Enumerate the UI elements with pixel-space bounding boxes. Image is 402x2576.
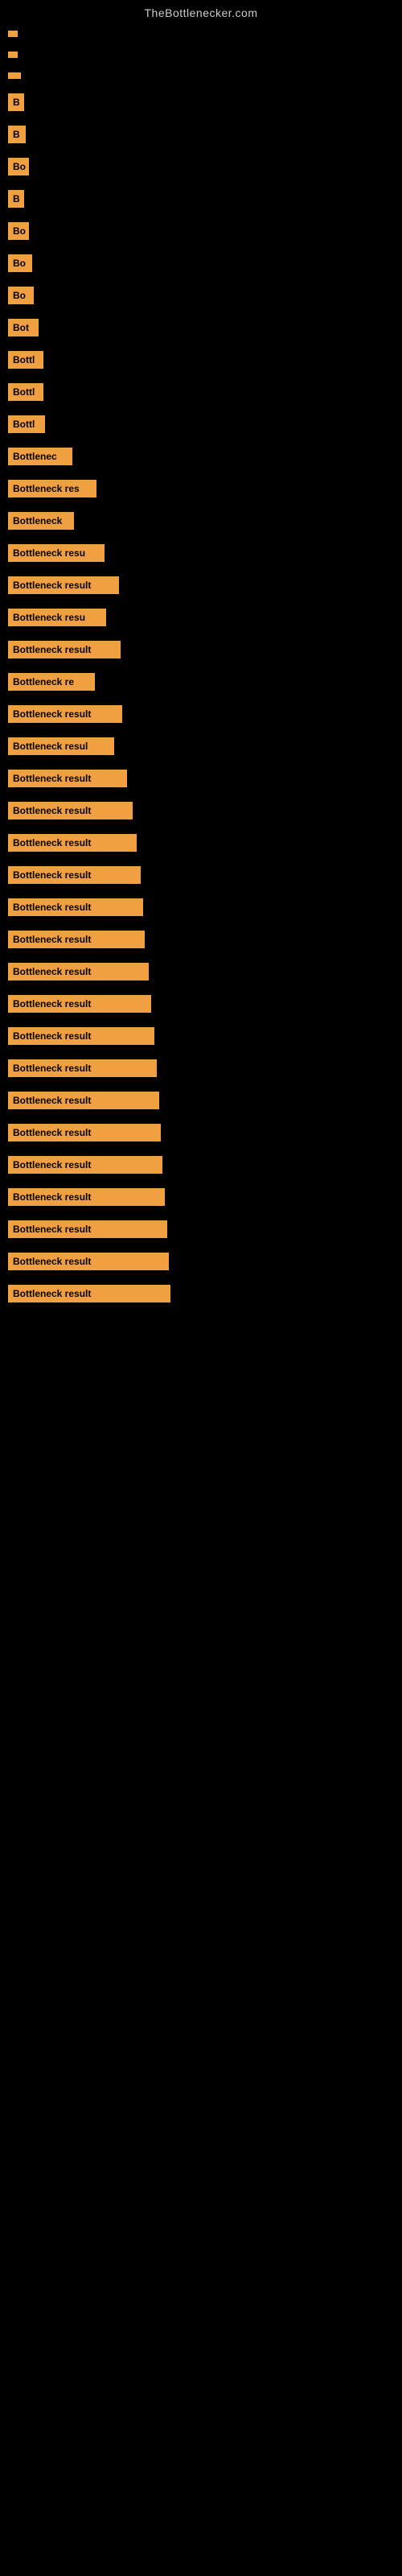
list-item: Bottleneck result [8,1188,402,1206]
bottleneck-label: Bot [8,319,39,336]
site-title-container: TheBottlenecker.com [0,0,402,23]
bottleneck-label: Bottleneck result [8,1156,162,1174]
list-item: Bottleneck result [8,931,402,948]
items-container: BBBoBBoBoBoBotBottlBottlBottlBottlenecBo… [0,23,402,1325]
list-item: Bottleneck result [8,866,402,884]
bottleneck-label: Bottl [8,383,43,401]
bottleneck-label: Bottl [8,415,45,433]
list-item: Bot [8,319,402,336]
list-item: Bottleneck result [8,963,402,980]
bottleneck-label: Bottleneck re [8,673,95,691]
bottleneck-label: B [8,93,24,111]
list-item: Bottleneck result [8,1124,402,1141]
list-item: Bottleneck result [8,1027,402,1045]
list-item: Bottleneck [8,512,402,530]
bottleneck-label: Bottlenec [8,448,72,465]
bottleneck-label: B [8,190,24,208]
site-title: TheBottlenecker.com [0,0,402,23]
list-item: Bottleneck res [8,480,402,497]
list-item: Bottl [8,351,402,369]
bottleneck-label: B [8,126,26,143]
list-item: Bottleneck re [8,673,402,691]
bottleneck-label: Bottleneck result [8,995,151,1013]
bottleneck-label: Bottleneck result [8,641,121,658]
bottleneck-label: Bottleneck result [8,1220,167,1238]
bottleneck-label: Bottleneck resu [8,544,105,562]
list-item: Bottleneck result [8,576,402,594]
bottleneck-label [8,72,21,79]
list-item: Bottleneck result [8,834,402,852]
list-item: B [8,93,402,111]
list-item: Bottleneck result [8,898,402,916]
list-item: Bo [8,287,402,304]
bottleneck-label [8,52,18,58]
bottleneck-label: Bottleneck result [8,931,145,948]
bottleneck-label: Bottleneck result [8,834,137,852]
bottleneck-label: Bottl [8,351,43,369]
list-item: Bottleneck result [8,1220,402,1238]
list-item: Bottl [8,383,402,401]
list-item: Bottleneck result [8,802,402,819]
list-item: Bottleneck resu [8,544,402,562]
list-item: Bottl [8,415,402,433]
bottleneck-label: Bottleneck resul [8,737,114,755]
bottleneck-label: Bottleneck [8,512,74,530]
list-item [8,31,402,37]
bottleneck-label: Bottleneck result [8,1188,165,1206]
list-item: Bo [8,158,402,175]
bottleneck-label: Bottleneck result [8,802,133,819]
bottleneck-label [8,31,18,37]
bottleneck-label: Bottleneck res [8,480,96,497]
list-item: Bottleneck result [8,1285,402,1302]
list-item: Bottlenec [8,448,402,465]
bottleneck-label: Bottleneck result [8,1253,169,1270]
bottleneck-label: Bottleneck result [8,1124,161,1141]
list-item [8,72,402,79]
list-item: Bottleneck result [8,641,402,658]
bottleneck-label: Bottleneck result [8,1027,154,1045]
bottleneck-label: Bo [8,287,34,304]
list-item: Bottleneck result [8,1059,402,1077]
list-item: Bo [8,222,402,240]
list-item: Bottleneck resu [8,609,402,626]
list-item: Bottleneck resul [8,737,402,755]
bottleneck-label: Bottleneck result [8,1285,170,1302]
list-item: Bottleneck result [8,1253,402,1270]
list-item: B [8,190,402,208]
bottleneck-label: Bo [8,222,29,240]
list-item: B [8,126,402,143]
list-item [8,52,402,58]
list-item: Bottleneck result [8,705,402,723]
bottleneck-label: Bottleneck result [8,1092,159,1109]
bottleneck-label: Bottleneck resu [8,609,106,626]
bottleneck-label: Bottleneck result [8,576,119,594]
list-item: Bottleneck result [8,770,402,787]
bottleneck-label: Bottleneck result [8,963,149,980]
bottleneck-label: Bottleneck result [8,705,122,723]
list-item: Bottleneck result [8,1092,402,1109]
bottleneck-label: Bottleneck result [8,770,127,787]
list-item: Bottleneck result [8,995,402,1013]
bottleneck-label: Bottleneck result [8,866,141,884]
bottleneck-label: Bottleneck result [8,1059,157,1077]
bottleneck-label: Bo [8,254,32,272]
bottleneck-label: Bottleneck result [8,898,143,916]
list-item: Bo [8,254,402,272]
bottleneck-label: Bo [8,158,29,175]
list-item: Bottleneck result [8,1156,402,1174]
